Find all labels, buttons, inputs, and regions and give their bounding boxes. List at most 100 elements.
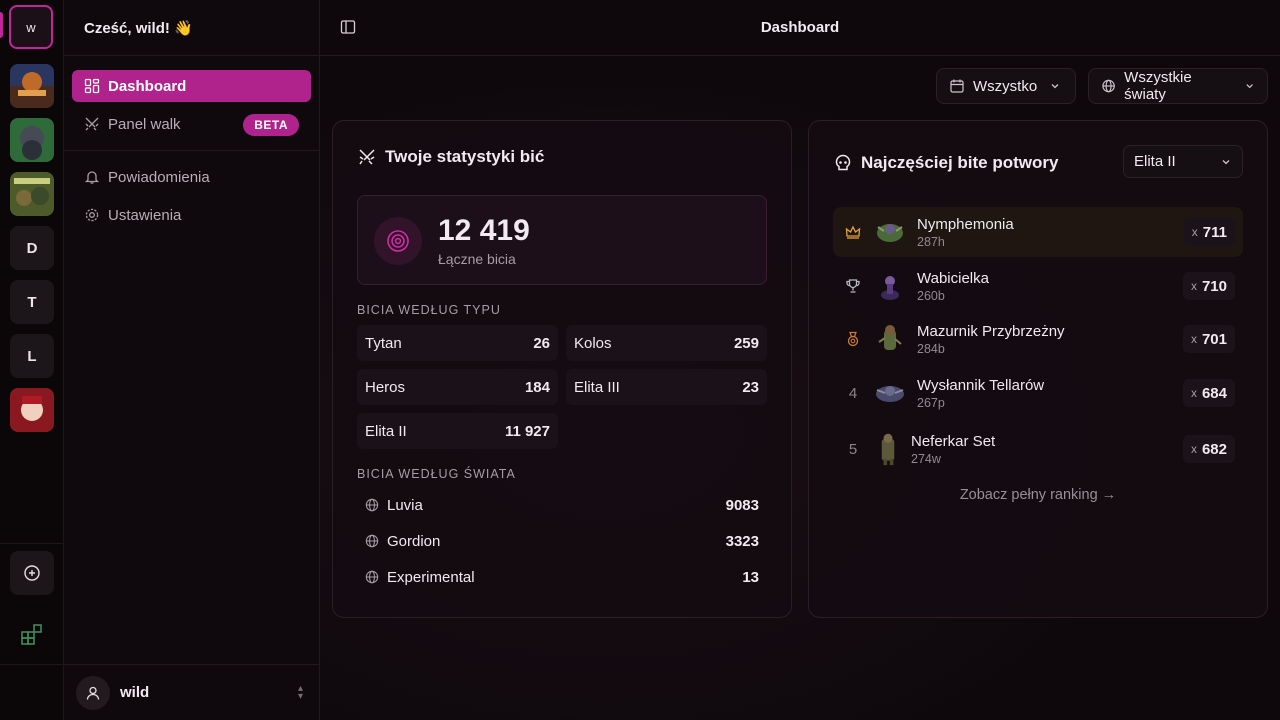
count-prefix: x [1190,386,1197,400]
ranking-row-3[interactable]: Mazurnik Przybrzeżny 284b x 701 [833,314,1243,364]
nav-divider [64,150,319,151]
world-filter-value: Wszystkie światy [1124,69,1192,103]
type-stat-tytan: Tytan 26 [357,325,558,361]
rail-divider [0,543,63,544]
world-value: 9083 [725,496,759,514]
stats-title-text: Twoje statystyki bić [385,147,545,166]
world-filter-select[interactable]: Wszystkie światy [1088,68,1268,104]
monster-name: Mazurnik Przybrzeżny [917,322,1065,340]
type-stat-elita-ii: Elita II 11 927 [357,413,558,449]
ranking-type-select[interactable]: Elita II [1123,145,1243,178]
server-image [10,172,54,216]
monster-name: Nymphemonia [917,215,1014,233]
monster-sprite [878,325,902,350]
world-name: Luvia [387,496,423,514]
type-value: 184 [524,378,550,396]
globe-icon [365,570,379,584]
time-filter-select[interactable]: Wszystko [936,68,1076,104]
add-server-button[interactable] [10,551,54,595]
ranking-row-4[interactable]: 4 Wysłannik Tellarów 267p x 684 [833,368,1243,418]
server-rail: w D T L [0,0,64,720]
count-value: 710 [1201,277,1227,295]
monster-name: Neferkar Set [911,432,996,450]
server-image [10,388,54,432]
world-value: 3323 [725,532,759,550]
user-menu[interactable]: wild ▴ ▾ [64,664,319,720]
type-stat-elita-iii: Elita III 23 [566,369,767,405]
gear-icon [84,207,100,223]
server-initial: L [27,347,37,365]
count-prefix: x [1190,332,1197,346]
monster-level: 287h [917,234,945,249]
rail-divider [0,664,63,665]
count-value: 684 [1201,384,1227,402]
server-image [10,64,54,108]
world-stat-experimental: Experimental 13 [357,559,767,595]
target-icon [374,217,422,265]
sidebar-item-panel-walk[interactable]: Panel walk BETA [72,108,311,140]
see-full-ranking-link[interactable]: Zobacz pełny ranking → [809,487,1267,503]
user-icon [86,686,100,700]
sidebar-item-settings[interactable]: Ustawienia [72,199,311,231]
count-value: 701 [1201,330,1227,348]
world-name: Experimental [387,568,475,586]
dashboard-icon [84,78,100,94]
sidebar-item-label: Ustawienia [108,206,182,224]
greeting: Cześć, wild! 👋 [64,0,319,56]
type-name: Tytan [365,334,402,352]
server-avatar-luvia[interactable] [10,64,54,108]
sidebar-nav: Dashboard Panel walk BETA Powiadomienia … [64,56,319,231]
globe-icon [365,534,379,548]
user-avatar [76,675,110,710]
chevron-down-icon [1222,159,1230,164]
monster-info: Mazurnik Przybrzeżny 284b [917,323,1065,356]
sidebar-item-label: Panel walk [108,115,181,133]
kill-count: x 701 [1182,325,1235,353]
server-avatar-3[interactable] [10,172,54,216]
globe-icon [1102,79,1115,93]
ranking-row-1[interactable]: Nymphemonia 287h x 711 [833,207,1243,257]
ranking-title-text: Najczęściej bite potwory [861,153,1059,172]
kill-count: x 711 [1183,218,1235,246]
monster-info: Wysłannik Tellarów 267p [917,377,1044,410]
monster-sprite [876,386,904,402]
server-initial: D [26,239,38,257]
server-button-d[interactable]: D [10,226,54,270]
server-button-t[interactable]: T [10,280,54,324]
chevron-updown-icon: ▴ ▾ [297,683,303,702]
kill-count: x 710 [1182,272,1235,300]
monster-info: Wabicielka 260b [917,270,989,303]
server-avatar-2[interactable] [10,118,54,162]
count-value: 711 [1202,223,1227,241]
sidebar-item-notifications[interactable]: Powiadomienia [72,161,311,193]
ranking-card-title: Najczęściej bite potwory [833,153,1058,173]
type-name: Elita II [365,422,407,440]
server-initial: T [27,293,37,311]
ranking-row-2[interactable]: Wabicielka 260b x 710 [833,261,1243,311]
type-name: Elita III [574,378,620,396]
monster-name: Wabicielka [917,269,989,287]
time-filter-value: Wszystko [973,77,1038,95]
stats-card-title: Twoje statystyki bić [357,147,544,167]
count-prefix: x [1191,225,1198,239]
ranking-row-5[interactable]: 5 Neferkar Set 274w x 682 [833,424,1243,474]
type-stat-heros: Heros 184 [357,369,558,405]
sidebar: Cześć, wild! 👋 Dashboard Panel walk BETA… [64,0,320,720]
world-stat-luvia: Luvia 9083 [357,487,767,523]
type-value: 26 [533,334,550,352]
blocks-icon[interactable] [20,622,44,646]
sidebar-item-dashboard[interactable]: Dashboard [72,70,311,102]
server-button-l[interactable]: L [10,334,54,378]
swords-icon [359,149,375,165]
chevron-down-icon [1051,84,1059,89]
server-initial: w [26,19,36,35]
bell-icon [84,169,100,185]
kill-count: x 682 [1182,435,1235,463]
monster-info: Nymphemonia 287h [917,216,1014,249]
rank-position: 4 [848,384,858,402]
server-avatar-anime[interactable] [10,388,54,432]
globe-icon [365,498,379,512]
topbar: Dashboard [320,0,1280,56]
server-button-active[interactable]: w [9,5,53,49]
crown-icon [833,224,873,240]
